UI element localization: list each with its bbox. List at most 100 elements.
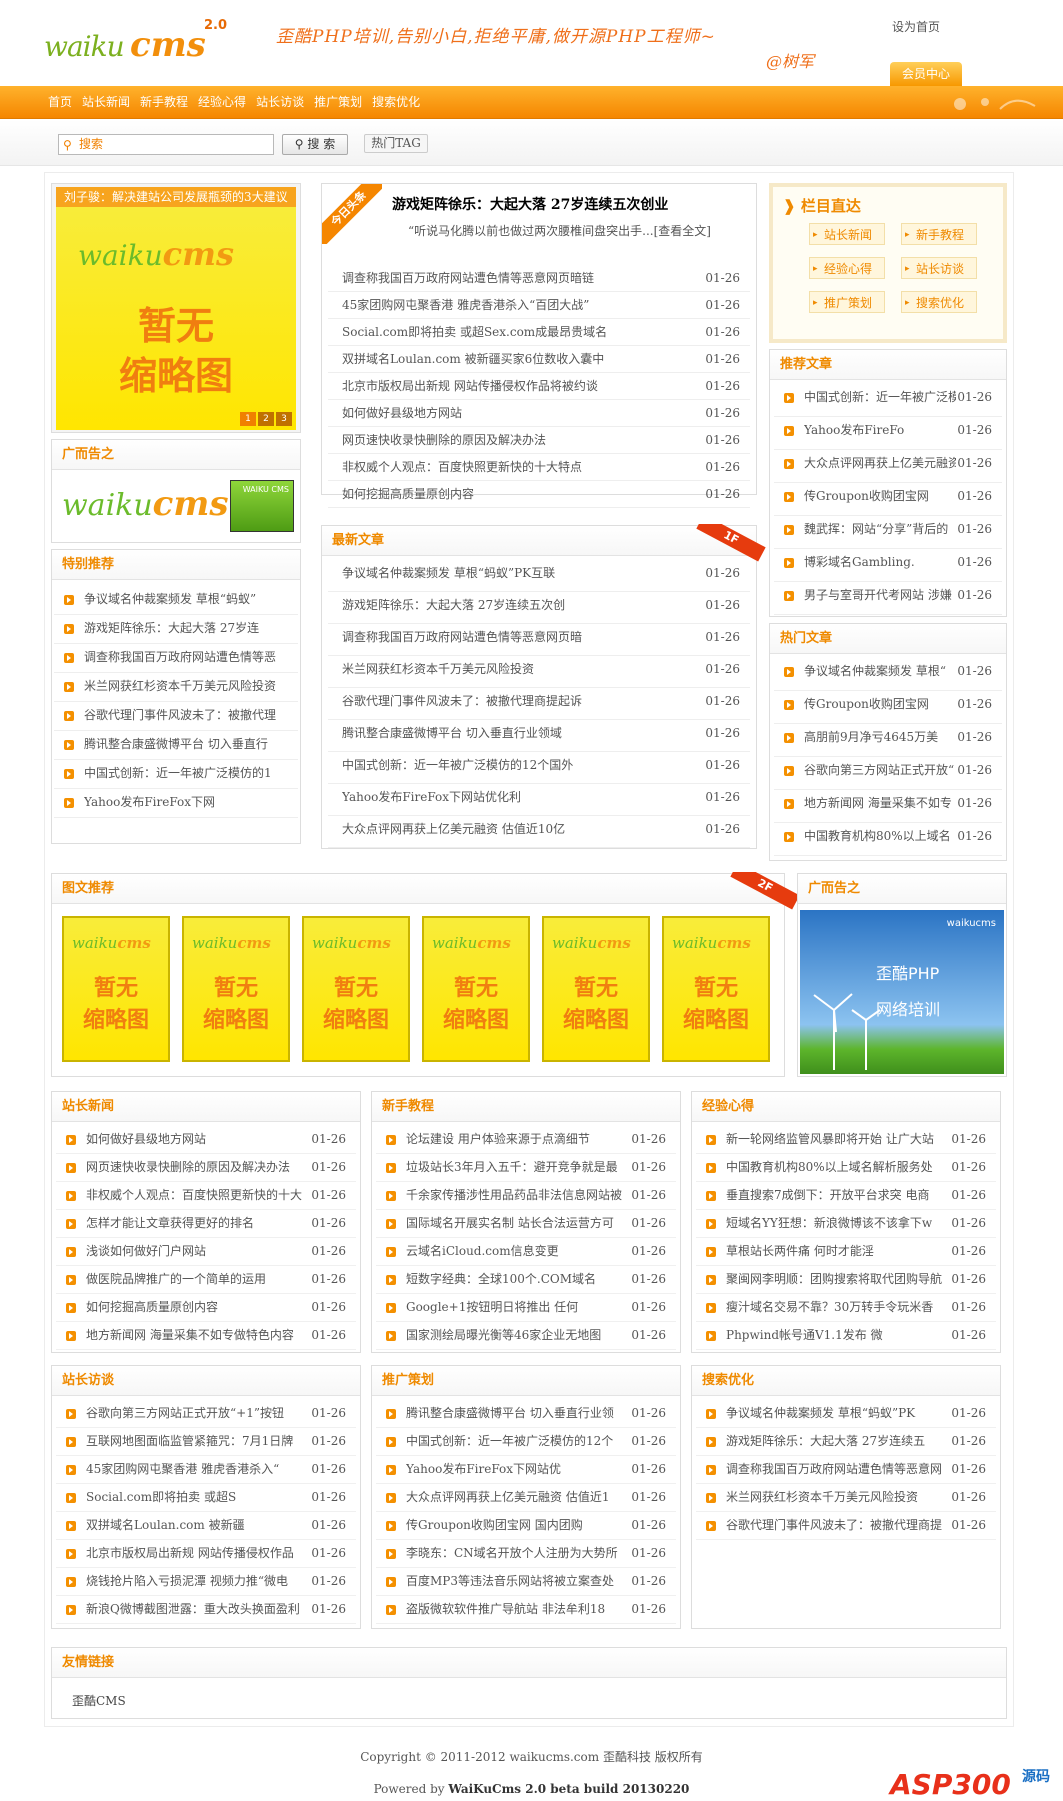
list-item-title[interactable]: 如何挖掘高质量原创内容 [86,1294,310,1321]
list-item-title[interactable]: 调查称我国百万政府网站遭色情等恶意网 [726,1456,950,1483]
list-item[interactable]: Yahoo发布FireFox下网 [54,789,298,818]
list-item[interactable]: 北京市版权局出新规 网站传播侵权作品 01-26 [56,1540,356,1568]
list-item-title[interactable]: 如何做好县级地方网站 [86,1126,310,1153]
list-item[interactable]: 怎样才能让文章获得更好的排名 01-26 [56,1210,356,1238]
list-item[interactable]: 谷歌代理门事件风波未了：被撤代理商提起诉 01-26 [328,688,750,720]
search-input[interactable]: ⚲ 搜索 [58,134,274,155]
list-item[interactable]: 聚闽网李明顺：团购搜索将取代团购导航 01-26 [696,1266,996,1294]
list-item[interactable]: 双拼域名Loulan.com 被新疆 01-26 [56,1512,356,1540]
list-item[interactable]: 中国式创新：近一年被广泛模仿的12个 01-26 [376,1428,676,1456]
list-item-title[interactable]: 烧钱抢片陷入亏损泥潭 视频力推“微电 [86,1568,310,1595]
list-item-title[interactable]: 博彩域名Gambling. [804,549,956,576]
list-item[interactable]: 调查称我国百万政府网站遭色情等恶 [54,644,298,673]
list-item[interactable]: 45家团购网屯聚香港 雅虎香港杀入“百团大战” 01-26 [328,292,750,319]
list-item[interactable]: Yahoo发布FireFox下网站优 01-26 [376,1456,676,1484]
list-item-title[interactable]: 地方新闻网 海量采集不如专做特色内容 [86,1322,310,1349]
nav-item-1[interactable]: 站长新闻 [82,86,130,119]
list-item-title[interactable]: 中国教育机构80%以上域名 [804,823,956,850]
friend-link[interactable]: 歪酷CMS [72,1694,126,1708]
list-item[interactable]: 中国式创新：近一年被广泛模仿的1 [54,760,298,789]
list-item-title[interactable]: 调查称我国百万政府网站遭色情等恶意网页暗链 [342,265,704,291]
list-item[interactable]: 游戏矩阵徐乐：大起大落 27岁连 [54,615,298,644]
list-item-title[interactable]: 高朋前9月净亏4645万美 [804,724,956,751]
picture-thumb[interactable]: waikucms 暂无 缩略图 [662,916,770,1062]
site-logo[interactable]: waiku cms 2.0 [44,18,234,70]
list-item-title[interactable]: 互联网地图面临监管紧箍咒：7月1日牌 [86,1428,310,1455]
list-item-title[interactable]: 中国式创新：近一年被广泛模 [804,384,956,411]
list-item-title[interactable]: 腾讯整合康盛微博平台 切入垂直行业领 [406,1400,630,1427]
list-item[interactable]: 男子与室哥开代考网站 涉嫌 01-26 [774,582,1002,615]
list-item[interactable]: Phpwind帐号通V1.1发布 微 01-26 [696,1322,996,1350]
list-item-title[interactable]: 国际域名开展实名制 站长合法运营方可 [406,1210,630,1237]
list-item[interactable]: 如何做好县级地方网站 01-26 [328,400,750,427]
list-item-title[interactable]: Yahoo发布FireFox下网 [84,789,290,816]
list-item-title[interactable]: 腾讯整合康盛微博平台 切入垂直行 [84,731,290,758]
list-item[interactable]: 垃圾站长3年月入五千：避开竞争就是最 01-26 [376,1154,676,1182]
list-item[interactable]: 垂直搜索7成倒下：开放平台求突 电商 01-26 [696,1182,996,1210]
list-item-title[interactable]: 魏武挥：网站“分享”背后的 [804,516,956,543]
list-item[interactable]: 做医院品牌推广的一个简单的运用 01-26 [56,1266,356,1294]
nav-item-4[interactable]: 站长访谈 [256,86,304,119]
hot-tag-button[interactable]: 热门TAG [364,134,428,153]
ad-right-banner[interactable]: waikucms 歪酷PHP 网络培训 [800,910,1004,1074]
list-item-title[interactable]: 大众点评网再获上亿美元融资 [804,450,956,477]
list-item[interactable]: 米兰网获红杉资本千万美元风险投资 01-26 [328,656,750,688]
list-item-title[interactable]: Phpwind帐号通V1.1发布 微 [726,1322,950,1349]
picture-thumb[interactable]: waikucms 暂无 缩略图 [182,916,290,1062]
list-item[interactable]: 腾讯整合康盛微博平台 切入垂直行业领 01-26 [376,1400,676,1428]
column-link-1[interactable]: ▸ 新手教程 [901,223,977,245]
list-item[interactable]: 新一轮网络监管风暴即将开始 让广大站 01-26 [696,1126,996,1154]
list-item-title[interactable]: 新浪Q微博截图泄露：重大改头换面盈利 [86,1596,310,1623]
list-item-title[interactable]: 大众点评网再获上亿美元融资 估值近10亿 [342,816,704,843]
headline-title[interactable]: 游戏矩阵徐乐：大起大落 27岁连续五次创业 [392,194,668,214]
list-item[interactable]: 双拼域名Loulan.com 被新疆买家6位数收入囊中 01-26 [328,346,750,373]
list-item-title[interactable]: 盗版微软软件推广导航站 非法牟利18 [406,1596,630,1623]
list-item-title[interactable]: 短数字经典：全球100个.COM域名 [406,1266,630,1293]
list-item[interactable]: 非权威个人观点：百度快照更新快的十大 01-26 [56,1182,356,1210]
list-item-title[interactable]: 垂直搜索7成倒下：开放平台求突 电商 [726,1182,950,1209]
list-item[interactable]: 地方新闻网 海量采集不如专做特色内容 01-26 [56,1322,356,1350]
column-link-5[interactable]: ▸ 搜索优化 [901,291,977,313]
list-item[interactable]: 论坛建设 用户体验来源于点滴细节 01-26 [376,1126,676,1154]
list-item-title[interactable]: 北京市版权局出新规 网站传播侵权作品将被约谈 [342,373,704,399]
ad-left-logo[interactable]: waikucms [62,484,229,524]
list-item-title[interactable]: 李晓东：CN域名开放个人注册为大势所 [406,1540,630,1567]
list-item[interactable]: 如何挖掘高质量原创内容 01-26 [56,1294,356,1322]
list-item-title[interactable]: 传Groupon收购团宝网 [804,691,956,718]
list-item-title[interactable]: 新一轮网络监管风暴即将开始 让广大站 [726,1126,950,1153]
list-item[interactable]: 争议域名仲裁案频发 草根“蚂蚁” [54,586,298,615]
list-item-title[interactable]: 网页速快收录快删除的原因及解决办法 [342,427,704,453]
list-item[interactable]: 网页速快收录快删除的原因及解决办法 01-26 [328,427,750,454]
list-item-title[interactable]: 争议域名仲裁案频发 草根“蚂蚁” [84,586,290,613]
list-item[interactable]: 短域名YY狂想：新浪微博该不该拿下w 01-26 [696,1210,996,1238]
list-item-title[interactable]: 非权威个人观点：百度快照更新快的十大特点 [342,454,704,480]
nav-item-2[interactable]: 新手教程 [140,86,188,119]
list-item-title[interactable]: 谷歌向第三方网站正式开放“ [804,757,956,784]
list-item[interactable]: 传Groupon收购团宝网 国内团购 01-26 [376,1512,676,1540]
ad-left-product-box[interactable]: WAIKU CMS [230,480,294,532]
list-item-title[interactable]: 如何做好县级地方网站 [342,400,704,426]
nav-item-5[interactable]: 推广策划 [314,86,362,119]
list-item[interactable]: 传Groupon收购团宝网 01-26 [774,483,1002,516]
slide-caption[interactable]: 刘子骏：解决建站公司发展瓶颈的3大建议 [56,187,296,207]
list-item[interactable]: 争议域名仲裁案频发 草根“蚂蚁”PK 01-26 [696,1400,996,1428]
list-item[interactable]: 互联网地图面临监管紧箍咒：7月1日牌 01-26 [56,1428,356,1456]
list-item-title[interactable]: 怎样才能让文章获得更好的排名 [86,1210,310,1237]
list-item[interactable]: 非权威个人观点：百度快照更新快的十大特点 01-26 [328,454,750,481]
list-item-title[interactable]: 争议域名仲裁案频发 草根“ [804,658,956,685]
list-item-title[interactable]: 垃圾站长3年月入五千：避开竞争就是最 [406,1154,630,1181]
list-item-title[interactable]: 调查称我国百万政府网站遭色情等恶意网页暗 [342,624,704,651]
list-item-title[interactable]: 聚闽网李明顺：团购搜索将取代团购导航 [726,1266,950,1293]
list-item[interactable]: 国家测绘局曝光衡等46家企业无地图 01-26 [376,1322,676,1350]
list-item[interactable]: 中国式创新：近一年被广泛模仿的12个国外 01-26 [328,752,750,784]
list-item-title[interactable]: 如何挖掘高质量原创内容 [342,481,704,507]
list-item-title[interactable]: 谷歌代理门事件风波未了：被撤代理商提起诉 [342,688,704,715]
picture-thumb[interactable]: waikucms 暂无 缩略图 [302,916,410,1062]
list-item[interactable]: 高朋前9月净亏4645万美 01-26 [774,724,1002,757]
list-item-title[interactable]: 传Groupon收购团宝网 [804,483,956,510]
list-item[interactable]: 中国教育机构80%以上域名 01-26 [774,823,1002,856]
list-item[interactable]: 调查称我国百万政府网站遭色情等恶意网页暗链 01-26 [328,265,750,292]
list-item-title[interactable]: Social.com即将拍卖 或超Sex.com成最昂贵域名 [342,319,704,345]
list-item-title[interactable]: 争议域名仲裁案频发 草根“蚂蚁”PK [726,1400,950,1427]
list-item[interactable]: Social.com即将拍卖 或超Sex.com成最昂贵域名 01-26 [328,319,750,346]
